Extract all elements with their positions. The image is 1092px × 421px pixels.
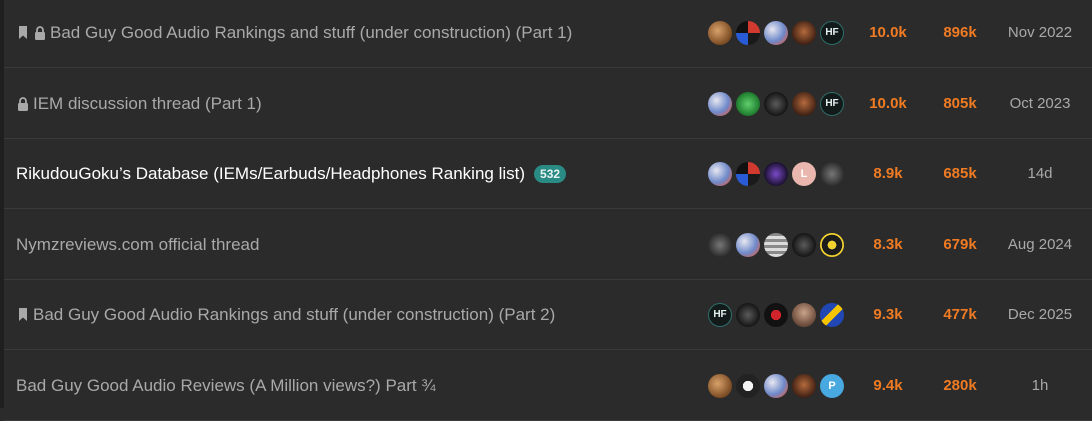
topic-title-link[interactable]: RikudouGoku’s Database (IEMs/Earbuds/Hea… [16,164,525,184]
unread-count-badge[interactable]: 532 [534,164,567,183]
replies-count[interactable]: 9.3k [856,280,920,349]
bookmark-icon [16,25,29,41]
activity-date[interactable]: Oct 2023 [992,69,1088,138]
poster-avatars: P [708,351,844,420]
poster-avatars: HF [708,0,844,67]
poster-avatar[interactable] [792,373,816,398]
poster-avatar[interactable] [820,161,844,186]
topic-title-wrap: Bad Guy Good Audio Reviews (A Million vi… [16,351,436,420]
views-count: 896k [943,24,977,41]
poster-avatar[interactable] [736,373,760,398]
topic-title-link[interactable]: Bad Guy Good Audio Rankings and stuff (u… [50,23,572,43]
topic-title-wrap: IEM discussion thread (Part 1) [16,69,262,138]
poster-avatar[interactable] [764,20,788,45]
bookmark-icon [16,307,29,323]
poster-avatar[interactable] [792,20,816,45]
topic-row[interactable]: Bad Guy Good Audio Rankings and stuff (u… [4,280,1092,350]
topic-title-wrap: Nymzreviews.com official thread [16,210,259,279]
views-count: 477k [943,306,977,323]
topic-row[interactable]: RikudouGoku’s Database (IEMs/Earbuds/Hea… [4,139,1092,209]
poster-avatar[interactable] [764,302,788,327]
hf-avatar[interactable]: HF [820,20,844,45]
poster-avatar[interactable] [708,91,732,116]
poster-avatar[interactable] [792,232,816,257]
poster-avatar[interactable] [792,91,816,116]
poster-avatars: HF [708,280,844,349]
views-count: 280k [943,377,977,394]
topic-title-link[interactable]: IEM discussion thread (Part 1) [33,94,262,114]
activity-date[interactable]: Aug 2024 [992,210,1088,279]
poster-avatar[interactable] [764,161,788,186]
topic-row[interactable]: Bad Guy Good Audio Reviews (A Million vi… [4,351,1092,421]
hf-avatar[interactable]: HF [820,91,844,116]
replies-count[interactable]: 10.0k [856,0,920,67]
lock-icon [16,96,29,112]
topic-title-link[interactable]: Bad Guy Good Audio Rankings and stuff (u… [33,305,555,325]
views-count: 685k [943,165,977,182]
topic-row[interactable]: Bad Guy Good Audio Rankings and stuff (u… [4,0,1092,68]
lock-icon [33,25,46,41]
poster-avatar[interactable] [764,91,788,116]
topic-title-wrap: Bad Guy Good Audio Rankings and stuff (u… [16,0,572,67]
poster-avatar[interactable] [736,161,760,186]
poster-avatar[interactable] [736,20,760,45]
views-count: 805k [943,95,977,112]
topic-title-link[interactable]: Nymzreviews.com official thread [16,235,259,255]
activity-date[interactable]: 1h [992,351,1088,420]
views-count: 679k [943,236,977,253]
hf-avatar[interactable]: HF [708,302,732,327]
replies-count[interactable]: 8.9k [856,139,920,208]
topic-row[interactable]: IEM discussion thread (Part 1) HF 10.0k 805… [4,69,1092,139]
replies-count[interactable]: 10.0k [856,69,920,138]
topic-row[interactable]: Nymzreviews.com official thread 8.3k 679k A… [4,210,1092,280]
topic-title-wrap: RikudouGoku’s Database (IEMs/Earbuds/Hea… [16,139,567,208]
topic-title-link[interactable]: Bad Guy Good Audio Reviews (A Million vi… [16,376,436,396]
poster-avatar[interactable] [820,232,844,257]
poster-avatar[interactable] [708,373,732,398]
replies-count[interactable]: 8.3k [856,210,920,279]
activity-date[interactable]: 14d [992,139,1088,208]
poster-avatar[interactable] [708,20,732,45]
poster-avatar[interactable] [764,232,788,257]
poster-avatar[interactable] [736,91,760,116]
poster-avatar[interactable]: L [792,161,816,186]
poster-avatar[interactable]: P [820,373,844,398]
poster-avatars [708,210,844,279]
poster-avatars: HF [708,69,844,138]
poster-avatar[interactable] [708,161,732,186]
poster-avatar[interactable] [708,232,732,257]
activity-date[interactable]: Dec 2025 [992,280,1088,349]
poster-avatar[interactable] [736,302,760,327]
poster-avatar[interactable] [820,302,844,327]
poster-avatar[interactable] [792,302,816,327]
replies-count[interactable]: 9.4k [856,351,920,420]
poster-avatars: L [708,139,844,208]
topic-title-wrap: Bad Guy Good Audio Rankings and stuff (u… [16,280,555,349]
topic-list: Bad Guy Good Audio Rankings and stuff (u… [0,0,1092,421]
activity-date[interactable]: Nov 2022 [992,0,1088,67]
poster-avatar[interactable] [736,232,760,257]
poster-avatar[interactable] [764,373,788,398]
